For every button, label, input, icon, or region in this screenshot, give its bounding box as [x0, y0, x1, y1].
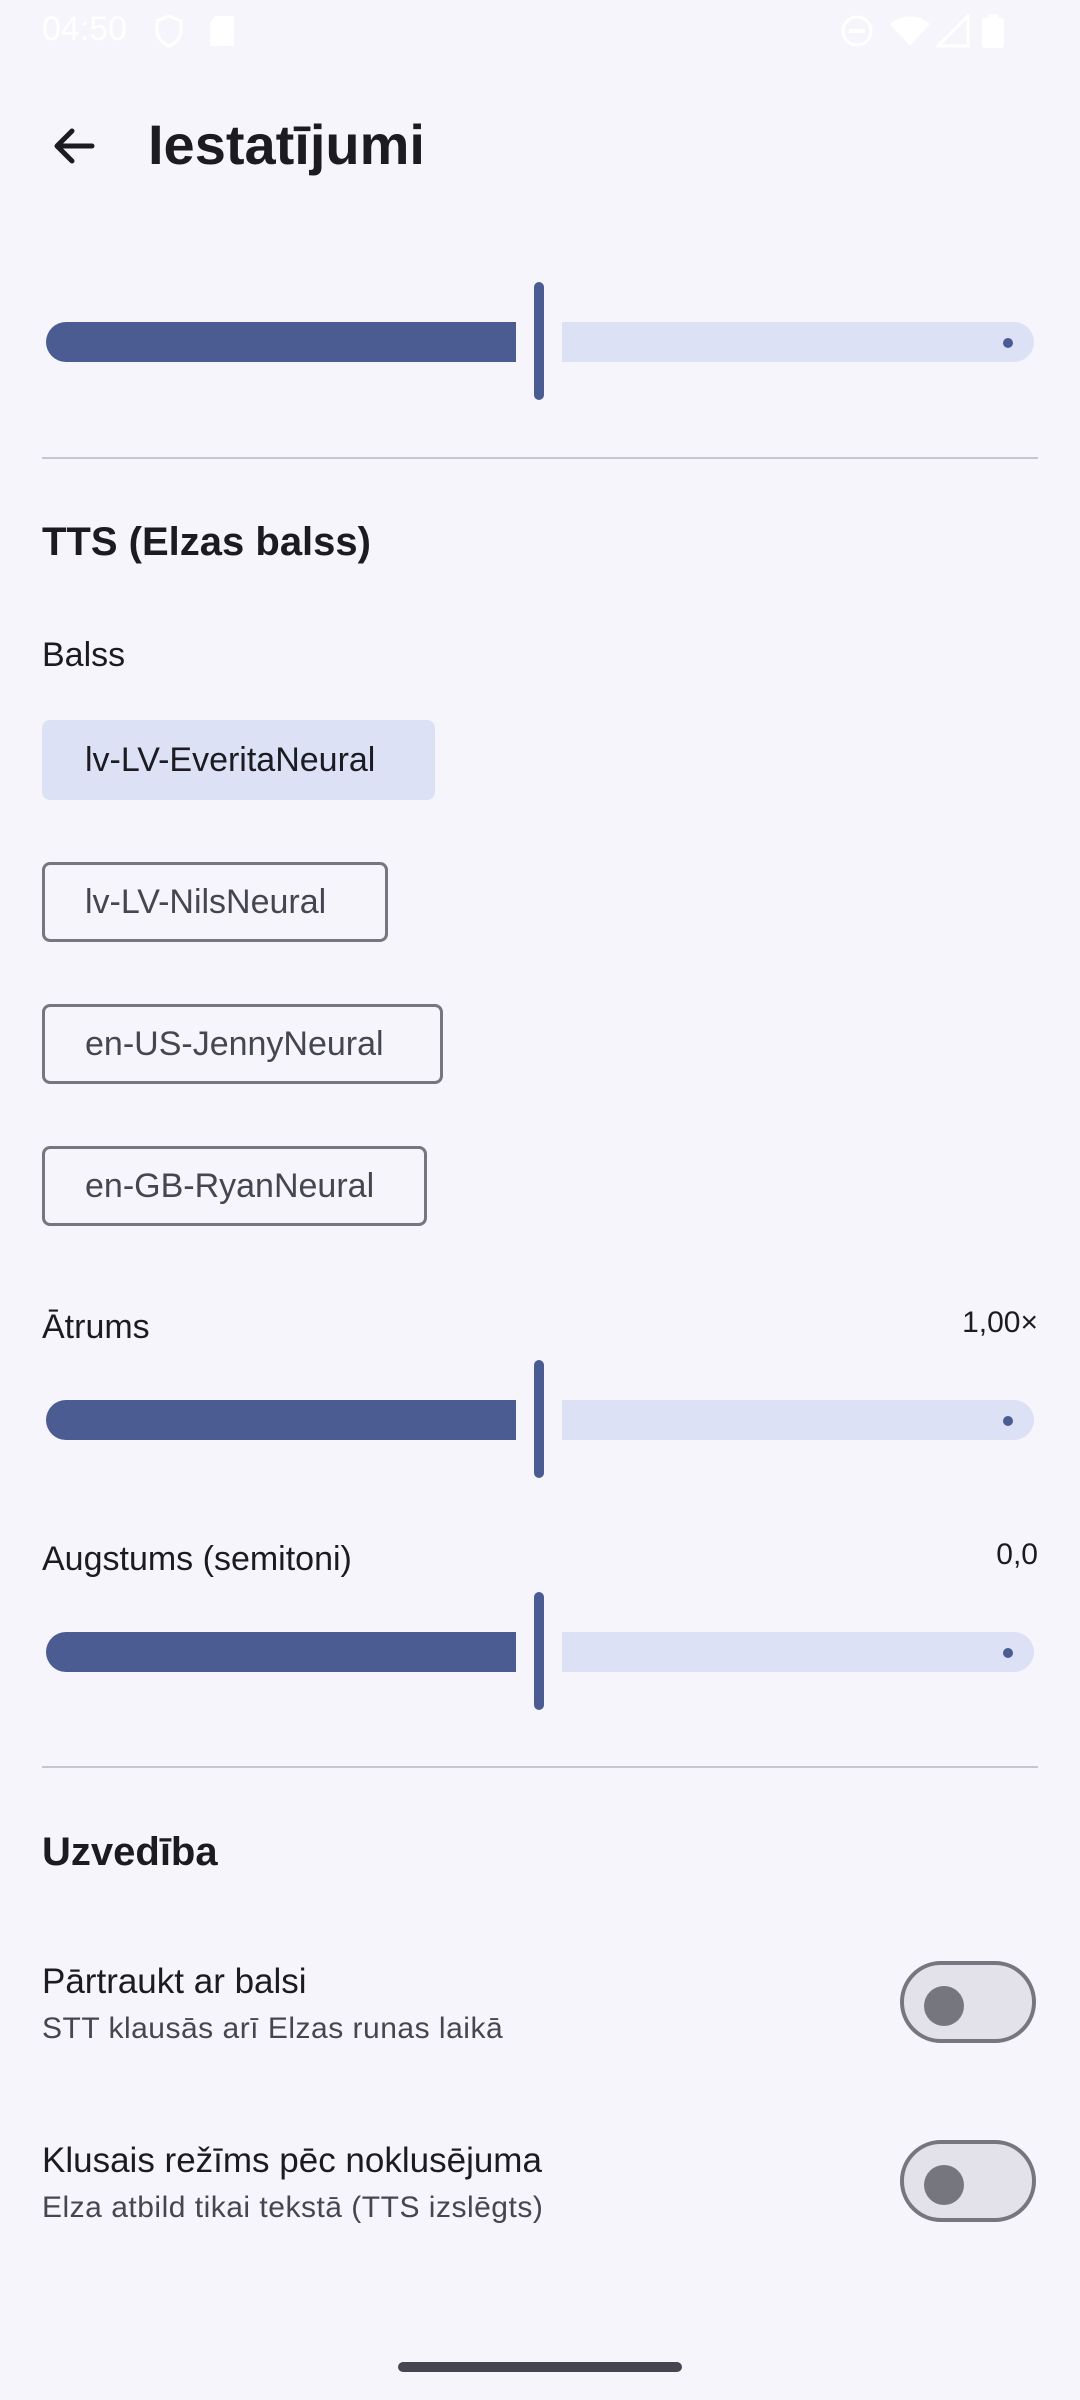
- slider-end-dot: [1003, 338, 1013, 348]
- shield-icon: [155, 14, 183, 48]
- interrupt-toggle[interactable]: [900, 1961, 1036, 2043]
- sd-card-icon: [210, 16, 234, 46]
- arrow-back-icon: [54, 128, 95, 164]
- voice-chip-label: en-US-JennyNeural: [85, 1024, 384, 1063]
- gesture-nav-handle[interactable]: [398, 2362, 682, 2372]
- voice-chip-label: lv-LV-EveritaNeural: [85, 740, 376, 779]
- divider: [42, 457, 1038, 459]
- section-title-behavior: Uzvedība: [42, 1830, 218, 1874]
- section-title-tts: TTS (Elzas balss): [42, 520, 371, 564]
- slider-inactive-track: [562, 1400, 1034, 1440]
- wifi-icon: [890, 16, 930, 46]
- slider-inactive-track: [562, 1632, 1034, 1672]
- slider-end-dot: [1003, 1648, 1013, 1658]
- status-bar: 04:50: [0, 0, 1080, 60]
- voice-chip-jenny[interactable]: en-US-JennyNeural: [42, 1004, 443, 1084]
- slider-active-track: [46, 1632, 516, 1672]
- slider-handle[interactable]: [534, 282, 544, 400]
- pitch-value: 0,0: [996, 1538, 1038, 1571]
- slider-inactive-track: [562, 322, 1034, 362]
- voice-chip-nils[interactable]: lv-LV-NilsNeural: [42, 862, 388, 942]
- voice-chip-label: en-GB-RyanNeural: [85, 1166, 375, 1205]
- speed-label: Ātrums: [42, 1308, 150, 1346]
- slider-end-dot: [1003, 1416, 1013, 1426]
- slider-active-track: [46, 1400, 516, 1440]
- silent-mode-toggle[interactable]: [900, 2140, 1036, 2222]
- back-button[interactable]: [42, 114, 106, 178]
- divider: [42, 1766, 1038, 1768]
- pitch-slider[interactable]: [42, 1592, 1038, 1712]
- pitch-label: Augstums (semitoni): [42, 1540, 352, 1578]
- toggle-knob: [924, 2165, 964, 2205]
- silent-mode-title: Klusais režīms pēc noklusējuma: [42, 2141, 542, 2180]
- speed-slider[interactable]: [42, 1360, 1038, 1480]
- slider-handle[interactable]: [534, 1592, 544, 1710]
- voice-chip-label: lv-LV-NilsNeural: [85, 882, 327, 921]
- interrupt-title: Pārtraukt ar balsi: [42, 1962, 307, 2001]
- toggle-knob: [924, 1986, 964, 2026]
- status-time: 04:50: [42, 10, 128, 48]
- voice-chip-ryan[interactable]: en-GB-RyanNeural: [42, 1146, 427, 1226]
- top-slider[interactable]: [42, 282, 1038, 402]
- page-title: Iestatījumi: [148, 113, 425, 176]
- slider-active-track: [46, 322, 516, 362]
- interrupt-subtitle: STT klausās arī Elzas runas laikā: [42, 2012, 504, 2045]
- slider-handle[interactable]: [534, 1360, 544, 1478]
- silent-mode-subtitle: Elza atbild tikai tekstā (TTS izslēgts): [42, 2191, 544, 2224]
- voice-chip-everita[interactable]: lv-LV-EveritaNeural: [42, 720, 435, 800]
- do-not-disturb-icon: [841, 15, 873, 47]
- voice-label: Balss: [42, 636, 126, 674]
- battery-icon: [982, 14, 1004, 48]
- cell-signal-icon: [936, 14, 970, 48]
- speed-value: 1,00×: [962, 1306, 1038, 1339]
